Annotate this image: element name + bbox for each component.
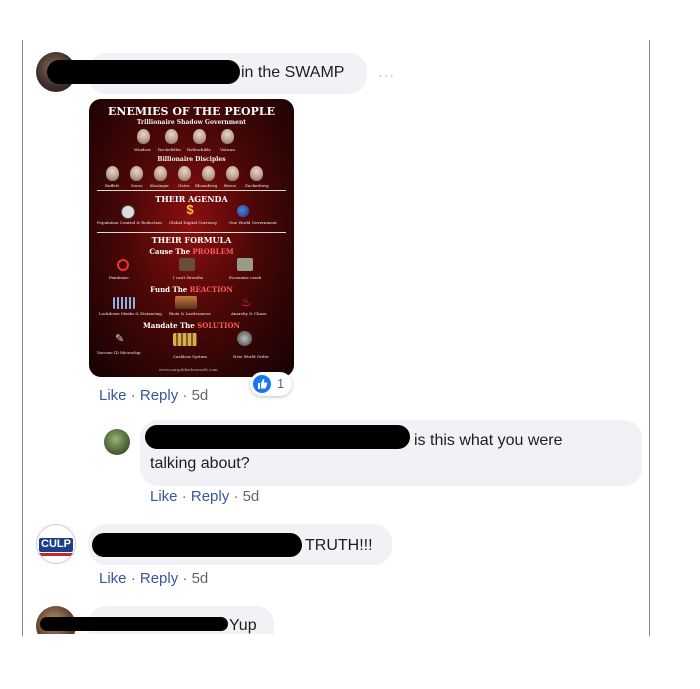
comment-actions: Like · Reply · 5d bbox=[99, 387, 209, 404]
poster-url: www.ourgoldenlonerath.com bbox=[159, 367, 218, 372]
divider bbox=[97, 190, 286, 191]
portrait-caption: Buffett bbox=[105, 183, 119, 188]
portrait bbox=[250, 166, 263, 181]
like-link[interactable]: Like bbox=[150, 488, 178, 505]
portrait-caption: Windsor bbox=[134, 147, 151, 152]
poster-title: ENEMIES OF THE PEOPLE bbox=[108, 105, 275, 118]
photo-thumbnail bbox=[175, 296, 197, 309]
chart-thumbnail bbox=[113, 297, 135, 309]
portrait-caption: Gates bbox=[178, 183, 190, 188]
reaction-count: 1 bbox=[277, 376, 285, 391]
comment-actions: Like · Reply · 5d bbox=[150, 488, 260, 505]
seal-icon bbox=[237, 331, 252, 346]
reaction-item: Anarchy & Chaos bbox=[231, 311, 267, 316]
portrait-caption: Zuckerberg bbox=[245, 183, 269, 188]
icon-image bbox=[121, 205, 135, 219]
section-subheading: Fund The REACTION bbox=[150, 285, 233, 294]
redaction-bar bbox=[92, 533, 302, 557]
virus-icon bbox=[117, 259, 129, 271]
timestamp[interactable]: 5d bbox=[192, 570, 209, 587]
portrait-caption: Bloomberg bbox=[195, 183, 218, 188]
like-link[interactable]: Like bbox=[99, 387, 127, 404]
solution-item: New World Order bbox=[233, 354, 269, 359]
reaction-item: Riots & Lawlessness bbox=[169, 311, 211, 316]
portrait-caption: Rothschilds bbox=[187, 147, 211, 152]
like-link[interactable]: Like bbox=[99, 570, 127, 587]
redaction-bar bbox=[47, 60, 240, 84]
avatar[interactable]: CULP bbox=[36, 524, 76, 564]
portrait bbox=[106, 166, 119, 181]
portrait-caption: Kissinger bbox=[150, 183, 170, 188]
frame-border-right bbox=[649, 40, 650, 636]
avatar[interactable] bbox=[104, 429, 130, 455]
agenda-item: Population Control & Reduction bbox=[97, 220, 162, 225]
avatar-logo-text: CULP bbox=[41, 538, 71, 550]
comment-actions: Like · Reply · 5d bbox=[99, 570, 209, 587]
section-subheading: Mandate The SOLUTION bbox=[143, 321, 240, 330]
agenda-item: Global Digital Currency bbox=[169, 220, 218, 225]
fire-icon: ♨ bbox=[240, 295, 252, 309]
portrait bbox=[137, 129, 150, 144]
cause-item: I can't Breathe bbox=[173, 275, 204, 280]
comment-text: Yup bbox=[229, 617, 257, 634]
photo-thumbnail bbox=[179, 258, 195, 271]
portrait bbox=[226, 166, 239, 181]
timestamp[interactable]: 5d bbox=[192, 387, 209, 404]
reaction-item: Lockdown Masks & Distancing bbox=[99, 311, 162, 316]
portrait bbox=[221, 129, 234, 144]
portrait-caption: Soros bbox=[131, 183, 143, 188]
redaction-bar bbox=[145, 425, 410, 449]
portrait-caption: Bezos bbox=[224, 183, 236, 188]
section-subheading: Cause The PROBLEM bbox=[149, 247, 234, 256]
thumbs-up-icon bbox=[253, 375, 271, 393]
timestamp[interactable]: 5d bbox=[243, 488, 260, 505]
agenda-item: One World Government bbox=[229, 220, 277, 225]
poster-subtitle: Billionaire Disciples bbox=[157, 156, 226, 163]
poster-subtitle: Trillionaire Shadow Government bbox=[136, 119, 247, 126]
cause-item: Pandemic bbox=[109, 275, 129, 280]
dollar-icon: $ bbox=[186, 202, 194, 217]
divider bbox=[97, 232, 286, 233]
portrait-caption: Rockefeller bbox=[158, 147, 182, 152]
portrait-caption: Vatican bbox=[220, 147, 235, 152]
section-heading: THEIR FORMULA bbox=[151, 235, 232, 245]
solution-item: Vaccine ID Microchip bbox=[97, 350, 141, 355]
portrait bbox=[165, 129, 178, 144]
attached-image[interactable]: ENEMIES OF THE PEOPLE Trillionaire Shado… bbox=[89, 99, 294, 377]
globe-icon bbox=[237, 205, 249, 217]
portrait bbox=[130, 166, 143, 181]
frame-border-left bbox=[22, 40, 23, 636]
solution-item: Cashless System bbox=[173, 354, 207, 359]
portrait bbox=[202, 166, 215, 181]
reply-link[interactable]: Reply bbox=[191, 488, 229, 505]
portrait bbox=[178, 166, 191, 181]
cash-thumbnail bbox=[173, 333, 197, 346]
reaction-badge[interactable]: 1 bbox=[250, 372, 292, 396]
cause-item: Economic crash bbox=[229, 275, 262, 280]
reply-link[interactable]: Reply bbox=[140, 387, 178, 404]
portrait bbox=[154, 166, 167, 181]
redaction-bar bbox=[40, 617, 228, 631]
comment-text: TRUTH!!! bbox=[305, 537, 373, 554]
photo-thumbnail bbox=[237, 258, 253, 271]
cut-off-comment: Yup bbox=[0, 600, 700, 634]
syringe-icon: ✎ bbox=[115, 333, 125, 345]
more-options-icon[interactable]: ··· bbox=[378, 67, 395, 83]
comment-text-continued: talking about? bbox=[150, 455, 250, 472]
comment-text: is this what you were bbox=[414, 432, 563, 449]
portrait bbox=[193, 129, 206, 144]
reply-link[interactable]: Reply bbox=[140, 570, 178, 587]
comment-text: in the SWAMP bbox=[241, 64, 345, 81]
